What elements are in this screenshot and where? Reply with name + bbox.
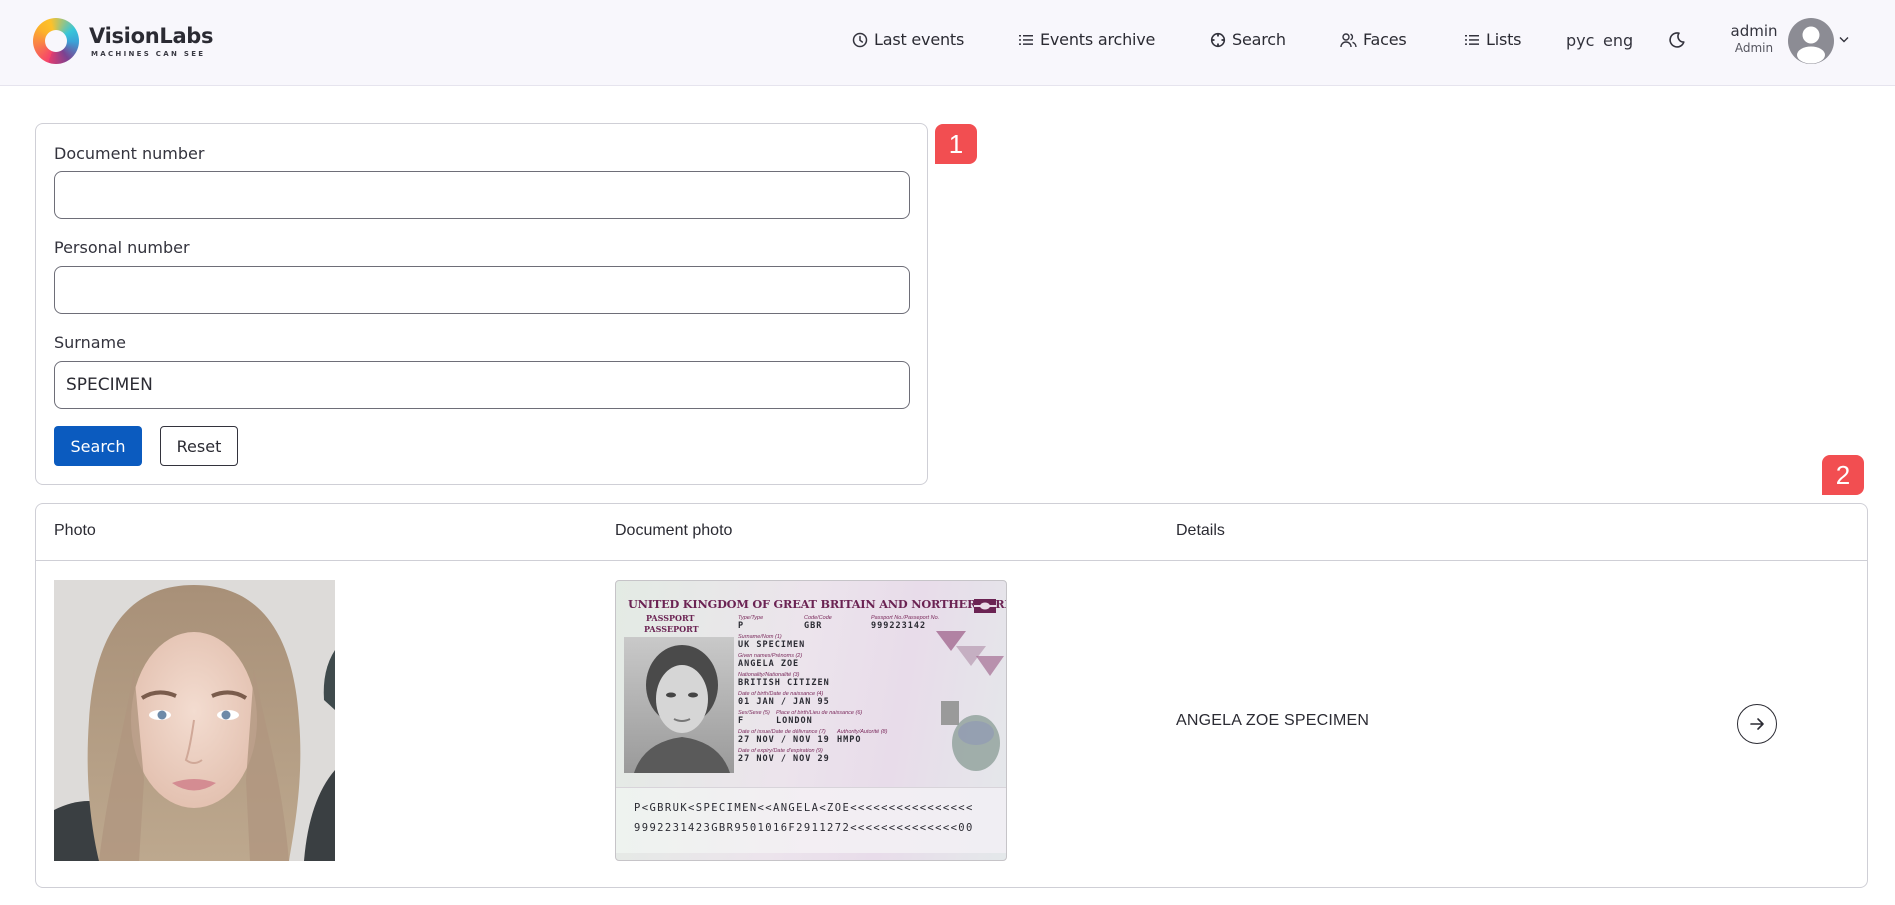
type-value: P [738, 621, 745, 631]
code-value: GBR [804, 621, 823, 631]
document-number-label: Document number [54, 144, 205, 163]
nav-label: Lists [1486, 30, 1522, 49]
list-icon [1019, 34, 1033, 45]
mrz-line-2: 9992231423GBR9501016F2911272<<<<<<<<<<<<… [634, 822, 974, 834]
user-name: admin [1730, 22, 1778, 40]
surname-label: Surname [54, 333, 126, 352]
document-number-input[interactable] [54, 171, 910, 219]
annotation-marker-1: 1 [935, 124, 977, 164]
personal-number-input[interactable] [54, 266, 910, 314]
nationality-value: BRITISH CITIZEN [738, 678, 830, 688]
logo[interactable]: VisionLabs MACHINES CAN SEE [33, 18, 214, 64]
language-en[interactable]: eng [1603, 31, 1633, 50]
mrz-zone: P<GBRUK<SPECIMEN<<ANGELA<ZOE<<<<<<<<<<<<… [616, 787, 1006, 853]
header-divider [36, 560, 1867, 561]
moon-icon[interactable] [1668, 31, 1686, 49]
user-info[interactable]: admin Admin [1725, 22, 1783, 56]
logo-icon [33, 18, 79, 64]
security-pattern-icon [936, 631, 1004, 771]
user-avatar-icon[interactable] [1788, 18, 1834, 64]
passport-number-value: 999223142 [871, 621, 927, 631]
users-icon [1340, 32, 1357, 47]
search-form: Document number Personal number Surname … [35, 123, 928, 485]
clock-icon [852, 32, 868, 47]
surname-input[interactable] [54, 361, 910, 409]
user-role: Admin [1734, 41, 1774, 55]
nav-label: Events archive [1040, 30, 1156, 49]
passport-title: PASSPORT [646, 613, 695, 623]
search-button[interactable]: Search [54, 426, 142, 466]
list-icon [1465, 34, 1479, 45]
reset-button[interactable]: Reset [160, 426, 238, 466]
results-table: Photo Document photo Details UNITED KING… [35, 503, 1868, 888]
sex-value: F [738, 716, 745, 726]
arrow-right-icon [1750, 718, 1764, 730]
given-names-value: ANGELA ZOE [738, 659, 800, 669]
passport-portrait [624, 637, 734, 773]
authority-value: HMPO [837, 735, 862, 745]
surname-value: UK SPECIMEN [738, 640, 806, 650]
column-header-photo: Photo [54, 522, 96, 539]
top-navbar: VisionLabs MACHINES CAN SEE Last events … [0, 0, 1895, 86]
nav-lists[interactable]: Lists [1465, 30, 1522, 49]
personal-number-label: Personal number [54, 238, 190, 257]
language-ru[interactable]: рус [1566, 31, 1594, 50]
chip-icon [974, 599, 996, 613]
nav-label: Faces [1363, 30, 1407, 49]
nav-label: Search [1232, 30, 1286, 49]
logo-title: VisionLabs [89, 23, 214, 48]
face-photo[interactable] [54, 580, 335, 861]
dob-value: 01 JAN / JAN 95 [738, 697, 830, 707]
issue-date-value: 27 NOV / NOV 19 [738, 735, 830, 745]
nav-last-events[interactable]: Last events [852, 30, 964, 49]
passport-title-fr: PASSEPORT [644, 624, 699, 634]
mrz-line-1: P<GBRUK<SPECIMEN<<ANGELA<ZOE<<<<<<<<<<<<… [634, 802, 974, 814]
logo-subtitle: MACHINES CAN SEE [91, 49, 206, 58]
nav-search[interactable]: Search [1210, 30, 1286, 49]
nav-faces[interactable]: Faces [1340, 30, 1407, 49]
chevron-down-icon[interactable] [1838, 33, 1850, 45]
pob-value: LONDON [776, 716, 813, 726]
crosshair-icon [1210, 32, 1226, 47]
column-header-details: Details [1176, 522, 1225, 539]
details-name: ANGELA ZOE SPECIMEN [1176, 712, 1370, 729]
column-header-document-photo: Document photo [615, 522, 733, 539]
nav-label: Last events [874, 30, 965, 49]
annotation-marker-2: 2 [1822, 455, 1864, 495]
open-details-button[interactable] [1737, 704, 1777, 744]
expiry-value: 27 NOV / NOV 29 [738, 754, 830, 764]
passport-country: UNITED KINGDOM OF GREAT BRITAIN AND NORT… [628, 597, 1007, 611]
nav-events-archive[interactable]: Events archive [1019, 30, 1155, 49]
document-photo[interactable]: UNITED KINGDOM OF GREAT BRITAIN AND NORT… [615, 580, 1007, 861]
